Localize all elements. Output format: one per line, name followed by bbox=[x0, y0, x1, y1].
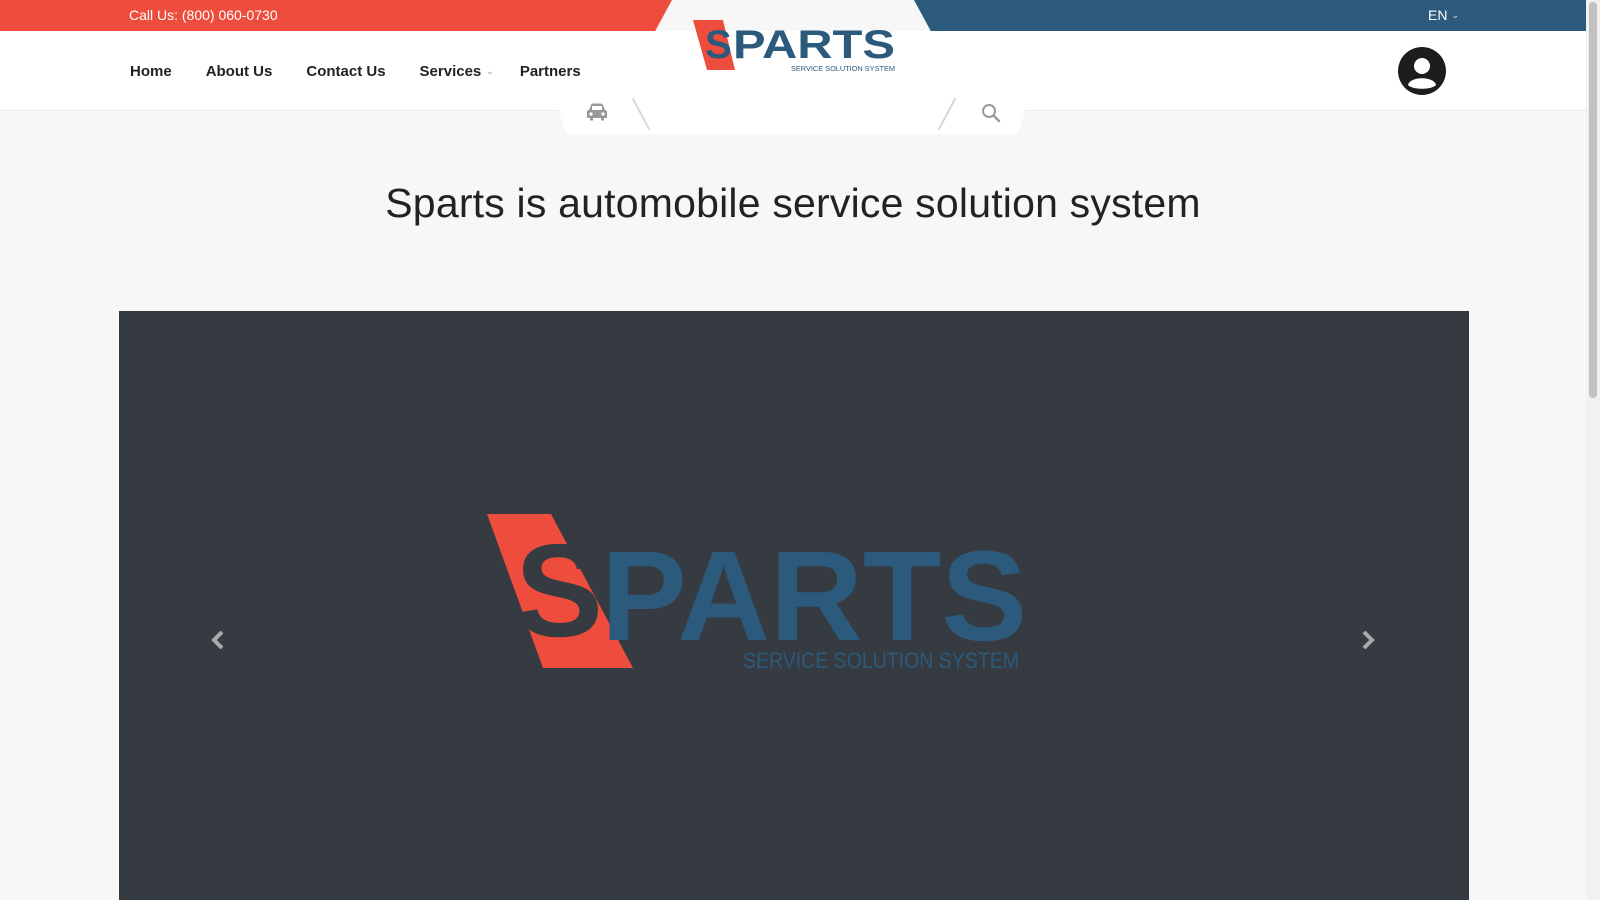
logo-tagline: SERVICE SOLUTION SYSTEM bbox=[791, 66, 895, 73]
page-scrollbar[interactable] bbox=[1586, 0, 1600, 900]
nav-item-label: Contact Us bbox=[306, 62, 386, 80]
main-nav: Home About Us Contact Us Services ⌄ Part… bbox=[130, 31, 615, 111]
logo-mark: S bbox=[515, 517, 603, 664]
header-logo[interactable]: S PARTS SERVICE SOLUTION SYSTEM bbox=[693, 18, 897, 74]
nav-item-label: About Us bbox=[205, 62, 273, 80]
language-selector[interactable]: EN ⌄ bbox=[1428, 7, 1459, 23]
car-icon[interactable] bbox=[585, 102, 609, 122]
logo-mark: S bbox=[705, 23, 732, 67]
nav-item-label: Home bbox=[130, 62, 172, 80]
logo-word: PARTS bbox=[733, 23, 895, 67]
language-label: EN bbox=[1428, 7, 1448, 23]
nav-item-about-us[interactable]: About Us bbox=[206, 63, 273, 80]
nav-item-label: Partners bbox=[519, 62, 581, 80]
nav-item-partners[interactable]: Partners bbox=[520, 63, 581, 80]
call-us-link[interactable]: Call Us: (800) 060-0730 bbox=[129, 7, 278, 23]
nav-item-home[interactable]: Home bbox=[130, 63, 172, 80]
search-icon[interactable] bbox=[981, 103, 1001, 123]
nav-item-contact-us[interactable]: Contact Us bbox=[306, 63, 385, 80]
top-bar-blue-band bbox=[914, 0, 1586, 31]
logo-tagline: SERVICE SOLUTION SYSTEM bbox=[743, 648, 1019, 673]
nav-item-services[interactable]: Services ⌄ bbox=[420, 63, 494, 80]
nav-item-label: Services bbox=[419, 62, 482, 80]
chevron-down-icon: ⌄ bbox=[486, 65, 494, 76]
carousel-slide-logo: S PARTS SERVICE SOLUTION SYSTEM bbox=[487, 514, 1027, 673]
chevron-down-icon: ⌄ bbox=[1451, 9, 1459, 20]
hero-carousel: S PARTS SERVICE SOLUTION SYSTEM bbox=[119, 311, 1469, 900]
top-bar-red-band bbox=[0, 0, 672, 31]
search-input[interactable] bbox=[660, 98, 930, 126]
scrollbar-thumb[interactable] bbox=[1589, 2, 1597, 398]
chevron-right-icon[interactable] bbox=[1355, 628, 1379, 652]
logo-word: PARTS bbox=[601, 525, 1027, 668]
user-avatar-button[interactable] bbox=[1398, 47, 1446, 95]
page-headline: Sparts is automobile service solution sy… bbox=[385, 180, 1201, 226]
chevron-left-icon[interactable] bbox=[207, 628, 231, 652]
user-icon bbox=[1399, 48, 1445, 94]
